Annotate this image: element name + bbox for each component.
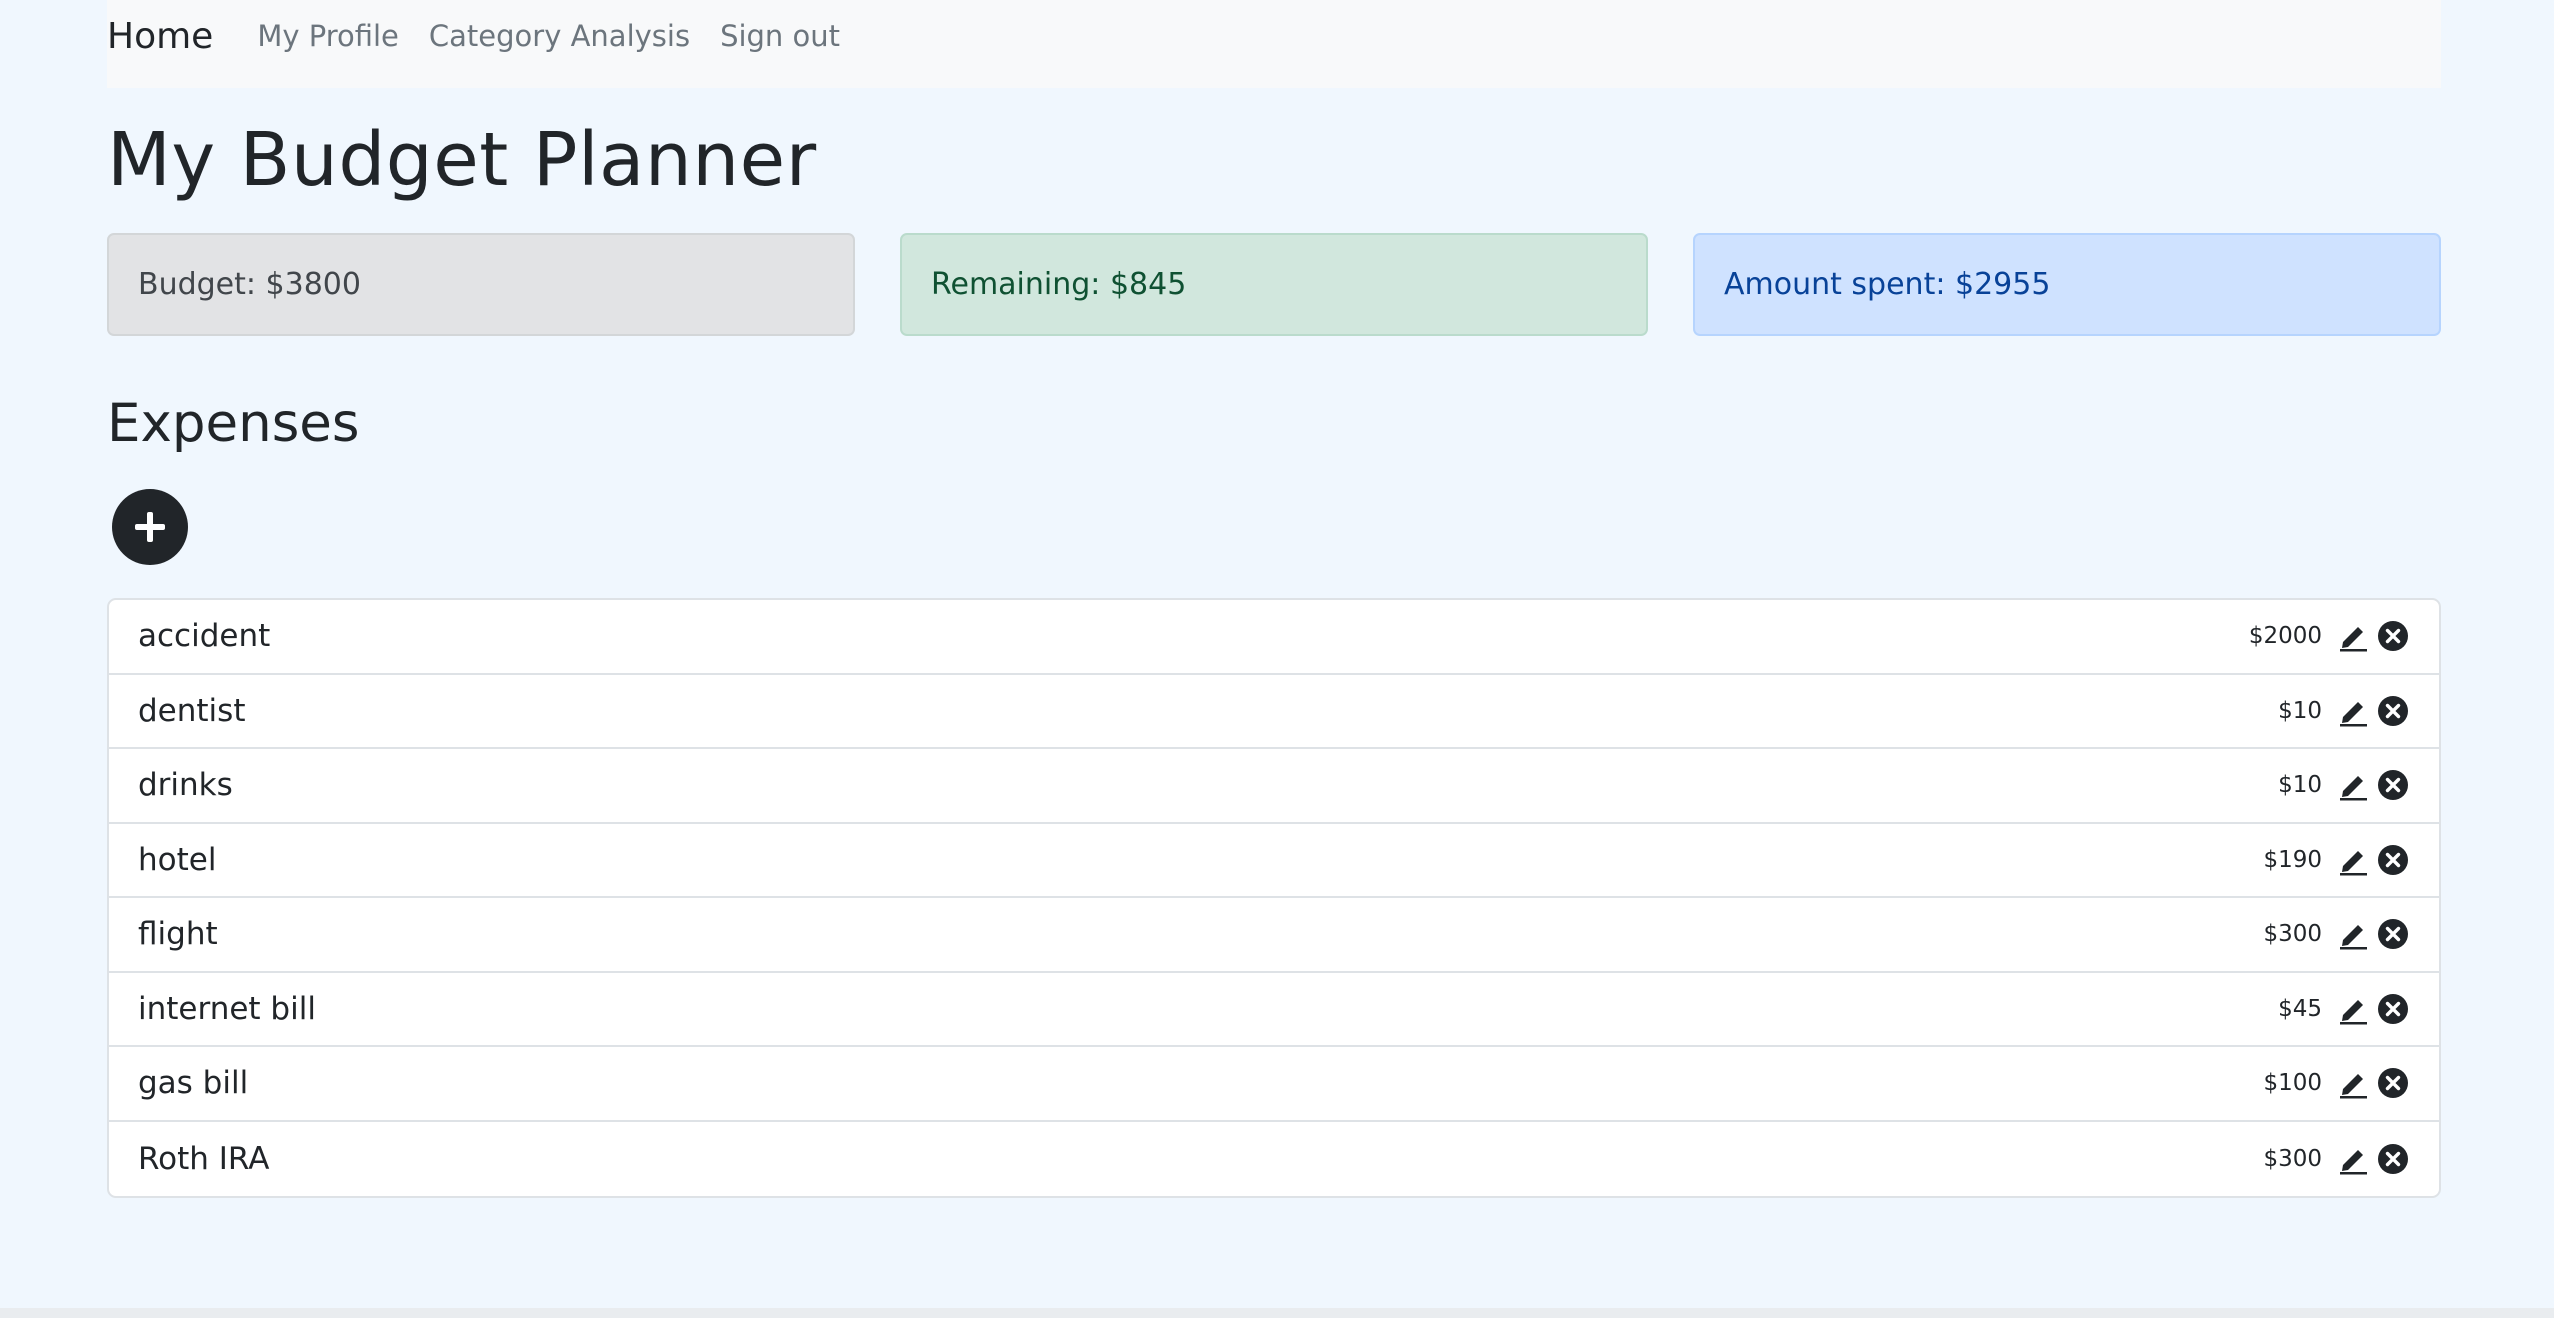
expense-list-item: drinks $10 bbox=[109, 749, 2439, 824]
expense-actions: $10 bbox=[2278, 769, 2409, 801]
pencil-icon[interactable] bbox=[2339, 769, 2369, 801]
x-circle-icon[interactable] bbox=[2377, 695, 2409, 727]
expense-amount: $190 bbox=[2263, 846, 2322, 873]
bottom-scroll-bar bbox=[0, 1308, 2554, 1318]
plus-icon bbox=[132, 509, 168, 545]
budget-text: Budget: $3800 bbox=[138, 267, 361, 302]
expense-actions: $10 bbox=[2278, 695, 2409, 727]
expense-amount: $2000 bbox=[2248, 623, 2322, 650]
expense-list-item: flight $300 bbox=[109, 898, 2439, 973]
expense-list-item: gas bill $100 bbox=[109, 1047, 2439, 1122]
expense-actions: $190 bbox=[2263, 844, 2409, 876]
expense-amount: $45 bbox=[2278, 995, 2322, 1022]
x-circle-icon[interactable] bbox=[2377, 1067, 2409, 1099]
top-navbar: Home My Profile Category Analysis Sign o… bbox=[107, 0, 2441, 88]
amount-spent-text: Amount spent: $2955 bbox=[1724, 267, 2051, 302]
expense-actions: $300 bbox=[2263, 1143, 2409, 1175]
expense-actions: $300 bbox=[2263, 918, 2409, 950]
expense-name: drinks bbox=[138, 767, 233, 804]
x-circle-icon[interactable] bbox=[2377, 620, 2409, 652]
remaining-card: Remaining: $845 bbox=[900, 233, 1648, 336]
expense-list-item: dentist $10 bbox=[109, 675, 2439, 749]
expense-amount: $300 bbox=[2263, 1145, 2322, 1172]
page-title: My Budget Planner bbox=[107, 117, 817, 203]
expense-actions: $2000 bbox=[2249, 620, 2409, 652]
x-circle-icon[interactable] bbox=[2377, 844, 2409, 876]
expense-name: hotel bbox=[138, 841, 217, 878]
nav-my-profile-link[interactable]: My Profile bbox=[257, 19, 399, 53]
pencil-icon[interactable] bbox=[2339, 620, 2369, 652]
expense-name: flight bbox=[138, 916, 218, 953]
expense-name: internet bill bbox=[138, 990, 316, 1027]
x-circle-icon[interactable] bbox=[2377, 1143, 2409, 1175]
pencil-icon[interactable] bbox=[2339, 1067, 2369, 1099]
pencil-icon[interactable] bbox=[2339, 993, 2369, 1025]
expense-amount: $100 bbox=[2263, 1070, 2322, 1097]
expense-name: dentist bbox=[138, 692, 246, 729]
nav-category-analysis-link[interactable]: Category Analysis bbox=[429, 19, 690, 53]
remaining-text: Remaining: $845 bbox=[931, 267, 1187, 302]
add-expense-button[interactable] bbox=[112, 489, 188, 565]
x-circle-icon[interactable] bbox=[2377, 918, 2409, 950]
pencil-icon[interactable] bbox=[2339, 844, 2369, 876]
expense-list-item: Roth IRA $300 bbox=[109, 1122, 2439, 1197]
expense-name: accident bbox=[138, 618, 271, 655]
main-container: Home My Profile Category Analysis Sign o… bbox=[107, 0, 2441, 1198]
amount-spent-card: Amount spent: $2955 bbox=[1693, 233, 2441, 336]
expense-actions: $100 bbox=[2263, 1067, 2409, 1099]
expense-amount: $10 bbox=[2278, 697, 2322, 724]
expense-list-item: hotel $190 bbox=[109, 824, 2439, 898]
pencil-icon[interactable] bbox=[2339, 1143, 2369, 1175]
pencil-icon[interactable] bbox=[2339, 695, 2369, 727]
expense-actions: $45 bbox=[2278, 993, 2409, 1025]
nav-home-link[interactable]: Home bbox=[107, 16, 213, 57]
expense-list-item: accident $2000 bbox=[109, 600, 2439, 675]
nav-sign-out-link[interactable]: Sign out bbox=[720, 19, 840, 53]
x-circle-icon[interactable] bbox=[2377, 993, 2409, 1025]
budget-card: Budget: $3800 bbox=[107, 233, 855, 336]
pencil-icon[interactable] bbox=[2339, 918, 2369, 950]
expense-name: gas bill bbox=[138, 1065, 249, 1102]
expense-amount: $300 bbox=[2263, 921, 2322, 948]
expense-amount: $10 bbox=[2278, 772, 2322, 799]
expense-list: accident $2000 dentist $10 drinks $10 ho… bbox=[107, 598, 2441, 1198]
expense-name: Roth IRA bbox=[138, 1140, 270, 1177]
expense-list-item: internet bill $45 bbox=[109, 973, 2439, 1047]
expenses-heading: Expenses bbox=[107, 393, 360, 454]
summary-cards: Budget: $3800 Remaining: $845 Amount spe… bbox=[107, 233, 2441, 336]
x-circle-icon[interactable] bbox=[2377, 769, 2409, 801]
